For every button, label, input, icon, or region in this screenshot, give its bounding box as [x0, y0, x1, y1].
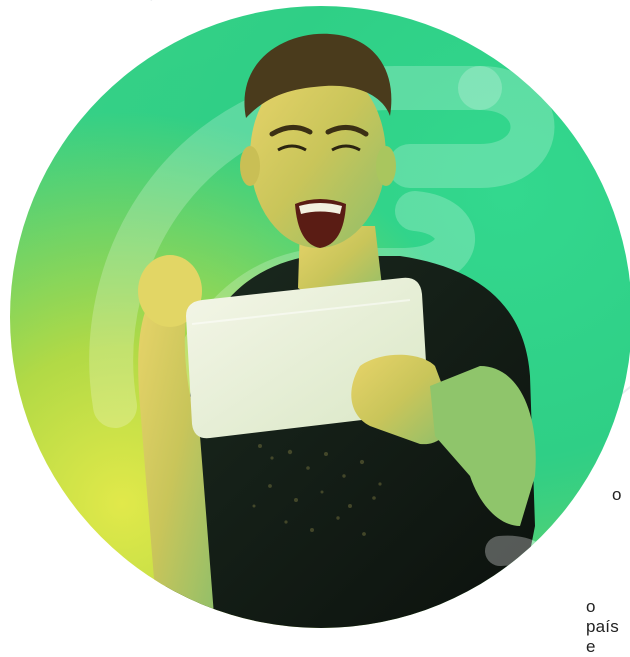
body-text-fragment: o país e	[586, 597, 619, 656]
decorative-line	[150, 0, 174, 1]
body-text-fragment: o	[612, 485, 622, 504]
hero-illustration	[89, 33, 565, 628]
hero-image	[10, 6, 630, 628]
